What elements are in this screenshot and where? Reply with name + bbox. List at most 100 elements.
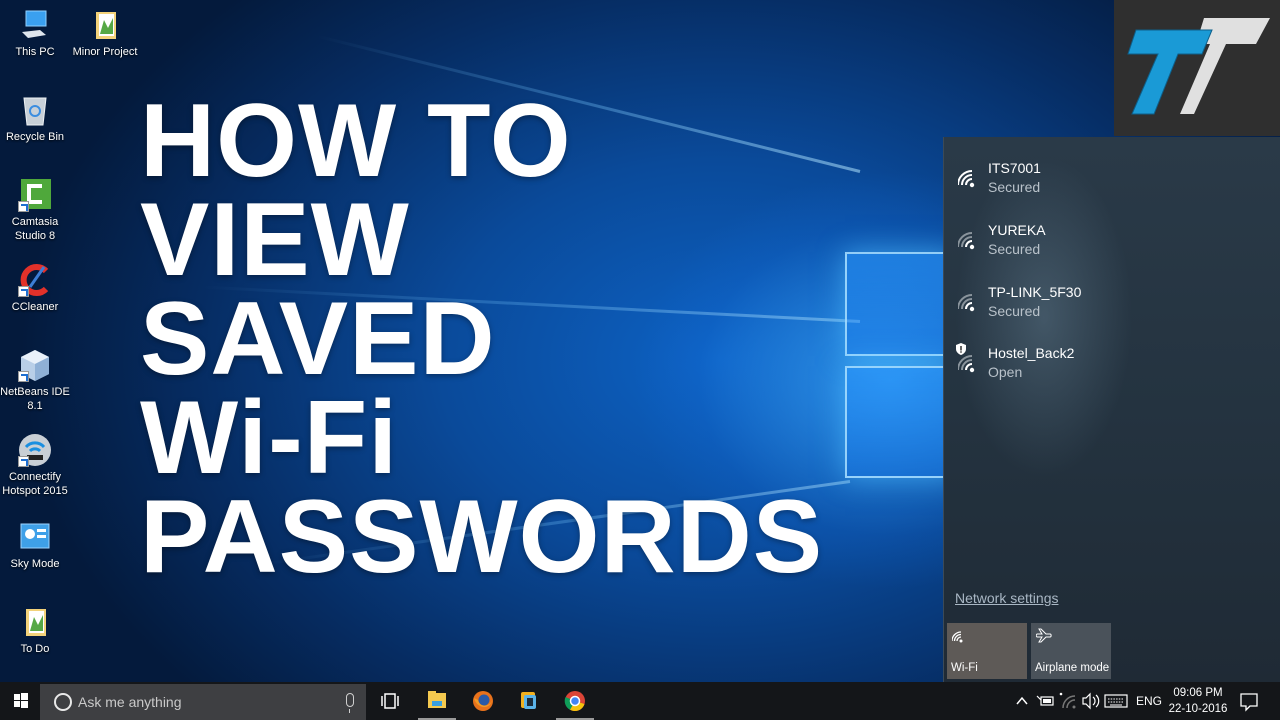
desktop-icon-label: Recycle Bin bbox=[5, 131, 65, 143]
speaker-icon bbox=[1082, 692, 1100, 710]
security-warning-shield-icon bbox=[956, 343, 966, 355]
network-item[interactable]: YUREKA Secured bbox=[956, 222, 1256, 270]
touch-keyboard-button[interactable] bbox=[1104, 682, 1128, 720]
file-explorer-icon bbox=[428, 691, 446, 708]
desktop-icon-recycle-bin[interactable]: Recycle Bin bbox=[0, 93, 71, 144]
clock-button[interactable]: 09:06 PM 22-10-2016 bbox=[1168, 685, 1228, 717]
network-status: Secured bbox=[988, 179, 1041, 195]
microphone-icon[interactable] bbox=[346, 693, 354, 713]
desktop-icon-label: Sky Mode bbox=[10, 558, 60, 570]
network-tray-button[interactable] bbox=[1058, 682, 1078, 720]
network-item[interactable]: Hostel_Back2 Open bbox=[956, 343, 1256, 393]
task-view-button[interactable] bbox=[367, 682, 413, 720]
headline-line: Wi-Fi bbox=[140, 380, 399, 496]
network-flyout: ITS7001 Secured YUREKA Secured TP-LINK_5… bbox=[943, 137, 1280, 682]
ccleaner-icon bbox=[18, 263, 52, 297]
desktop-icon-connectify[interactable]: Connectify Hotspot 2015 bbox=[0, 433, 71, 498]
cortana-search-box[interactable]: Ask me anything bbox=[40, 684, 366, 720]
wifi-signal-icon bbox=[958, 294, 975, 312]
desktop-icon-label: CCleaner bbox=[11, 301, 59, 313]
wifi-icon bbox=[952, 631, 963, 643]
cortana-icon bbox=[54, 693, 72, 711]
desktop-icon-minor-project[interactable]: Minor Project bbox=[69, 8, 141, 59]
taskbar-firefox[interactable] bbox=[460, 682, 506, 720]
task-view-icon bbox=[381, 693, 399, 709]
folder-icon bbox=[18, 605, 52, 639]
clock-date: 22-10-2016 bbox=[1168, 703, 1228, 715]
shortcut-arrow-icon bbox=[18, 371, 29, 382]
clock-time: 09:06 PM bbox=[1173, 687, 1223, 699]
wifi-signal-icon bbox=[958, 232, 975, 250]
headline-line: HOW TO bbox=[140, 83, 572, 199]
start-button[interactable] bbox=[0, 682, 40, 720]
desktop-icon-label: NetBeans IDE 8.1 bbox=[0, 386, 70, 412]
windows-logo-icon bbox=[14, 693, 28, 708]
headline-line: VIEW bbox=[140, 182, 410, 298]
shortcut-arrow-icon bbox=[18, 286, 29, 297]
shortcut-arrow-icon bbox=[18, 456, 29, 467]
video-title-overlay: HOW TO VIEW SAVED Wi-Fi PASSWORDS bbox=[140, 83, 824, 595]
desktop-icon-label: To Do bbox=[20, 643, 50, 655]
network-item[interactable]: TP-LINK_5F30 Secured bbox=[956, 284, 1256, 332]
chevron-up-icon bbox=[1016, 696, 1028, 705]
wifi-signal-icon bbox=[958, 355, 975, 373]
network-status: Open bbox=[988, 364, 1023, 380]
network-ssid: ITS7001 bbox=[988, 160, 1041, 176]
desktop-icon-label: Connectify Hotspot 2015 bbox=[2, 471, 68, 497]
firefox-icon bbox=[473, 691, 493, 711]
connectify-icon bbox=[18, 433, 52, 467]
network-ssid: YUREKA bbox=[988, 222, 1046, 238]
language-indicator: ENG bbox=[1136, 694, 1163, 708]
desktop-icon-this-pc[interactable]: This PC bbox=[0, 8, 71, 59]
wifi-disconnected-icon bbox=[1059, 692, 1076, 709]
quick-action-label: Airplane mode bbox=[1035, 662, 1110, 674]
recycle-bin-icon bbox=[18, 93, 52, 127]
desktop-icon-ccleaner[interactable]: CCleaner bbox=[0, 263, 71, 314]
wifi-toggle-button[interactable]: Wi-Fi bbox=[947, 623, 1027, 679]
chrome-icon bbox=[564, 691, 585, 712]
taskbar-file-explorer[interactable] bbox=[414, 682, 460, 720]
desktop-icon-camtasia[interactable]: Camtasia Studio 8 bbox=[0, 178, 71, 243]
keyboard-icon bbox=[1104, 694, 1128, 708]
network-status: Secured bbox=[988, 241, 1041, 257]
windows-logo-pane bbox=[845, 366, 955, 478]
camtasia-icon bbox=[18, 178, 52, 212]
show-hidden-icons-button[interactable] bbox=[1013, 682, 1031, 720]
windows-logo-pane bbox=[845, 252, 955, 356]
notifications-icon bbox=[1240, 693, 1258, 712]
action-center-button[interactable] bbox=[1238, 682, 1260, 720]
desktop-icon-to-do[interactable]: To Do bbox=[0, 605, 71, 656]
airplane-mode-toggle-button[interactable]: Airplane mode bbox=[1031, 623, 1111, 679]
sky-mode-icon bbox=[18, 520, 52, 554]
network-settings-link[interactable]: Network settings bbox=[955, 590, 1058, 606]
desktop-icon-label: Minor Project bbox=[72, 46, 138, 58]
desktop-icon-label: Camtasia Studio 8 bbox=[11, 216, 59, 242]
volume-button[interactable] bbox=[1081, 682, 1101, 720]
channel-logo bbox=[1114, 0, 1280, 136]
desktop-icon-netbeans[interactable]: NetBeans IDE 8.1 bbox=[0, 348, 71, 413]
taskbar-chrome[interactable] bbox=[552, 682, 598, 720]
computer-icon bbox=[18, 8, 52, 42]
desktop-icon-label: This PC bbox=[15, 46, 55, 58]
battery-button[interactable] bbox=[1035, 682, 1055, 720]
search-placeholder: Ask me anything bbox=[78, 694, 182, 710]
input-language-button[interactable]: ENG bbox=[1136, 694, 1162, 708]
battery-charging-icon bbox=[1036, 695, 1054, 706]
headline-line: PASSWORDS bbox=[140, 479, 824, 595]
taskbar: Ask me anything ENG 09:06 PM 22-10-2016 bbox=[0, 682, 1280, 720]
netbeans-icon bbox=[18, 348, 52, 382]
headline-line: SAVED bbox=[140, 281, 496, 397]
vmware-icon bbox=[521, 692, 536, 709]
shortcut-arrow-icon bbox=[18, 201, 29, 212]
desktop-icon-sky-mode[interactable]: Sky Mode bbox=[0, 520, 71, 571]
folder-icon bbox=[88, 8, 122, 42]
network-ssid: Hostel_Back2 bbox=[988, 345, 1075, 361]
wifi-signal-icon bbox=[958, 170, 975, 188]
network-ssid: TP-LINK_5F30 bbox=[988, 284, 1082, 300]
taskbar-vmware[interactable] bbox=[506, 682, 552, 720]
quick-action-label: Wi-Fi bbox=[951, 662, 978, 674]
network-item[interactable]: ITS7001 Secured bbox=[956, 160, 1256, 208]
airplane-icon bbox=[1036, 628, 1052, 643]
network-status: Secured bbox=[988, 303, 1041, 319]
tt-logo-icon bbox=[1127, 18, 1270, 115]
